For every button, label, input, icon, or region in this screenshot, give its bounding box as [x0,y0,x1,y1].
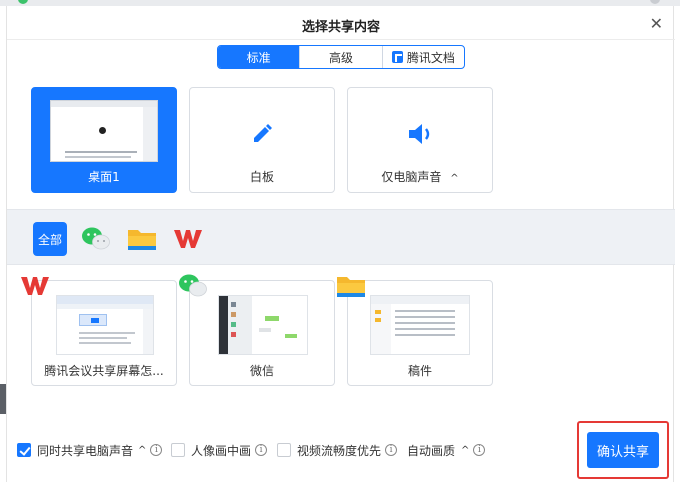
info-icon[interactable]: i [473,444,486,456]
info-icon[interactable]: i [150,444,163,456]
confirm-share-button[interactable]: 确认共享 [587,432,659,468]
auto-quality-option: 自动画质 ^ i [407,442,486,459]
computer-audio-only-text: 仅电脑声音 [381,170,442,184]
confirm-highlight-box: 确认共享 [577,421,669,479]
wps-window-thumbnail [56,295,154,355]
filter-all-label: 全部 [37,232,62,247]
filter-wps-button[interactable] [171,222,205,256]
info-icon[interactable]: i [255,444,268,456]
share-computer-audio-label: 同时共享电脑声音 [37,443,134,458]
tab-advanced[interactable]: 高级 [299,46,381,68]
folder-icon [128,230,156,250]
wechat-icon [82,227,110,250]
share-dialog: 选择共享内容 ✕ 标准 高级 腾讯文档 桌面1 白板 仅电脑声音 ^ 全部 腾讯… [6,6,675,482]
video-smoothness-checkbox[interactable] [277,443,291,457]
tab-tencent-docs[interactable]: 腾讯文档 [381,46,464,68]
desktop-thumbnail [50,100,158,162]
window-card-folder-label: 稿件 [407,364,432,378]
wps-icon [21,277,49,295]
filter-all-button[interactable]: 全部 [33,222,67,256]
auto-quality-label[interactable]: 自动画质 [407,442,455,459]
folder-window-thumbnail [370,295,470,355]
dialog-title: 选择共享内容 [301,20,380,35]
pencil-icon [254,124,272,142]
filter-wechat-button[interactable] [79,222,113,256]
whiteboard-card[interactable]: 白板 [189,87,335,193]
chevron-up-icon[interactable]: ^ [450,173,458,184]
window-card-wechat-label: 微信 [249,364,274,378]
folder-icon [337,277,365,297]
filter-explorer-button[interactable] [125,222,159,256]
share-options-bar: 同时共享电脑声音 ^ i 人像画中画 i 视频流畅度优先 i 自动画质 ^ i [7,438,675,462]
portrait-pip-label: 人像画中画 [191,443,252,458]
portrait-pip-checkbox[interactable] [171,443,185,457]
app-filter-bar: 全部 [7,209,675,265]
tab-standard-label: 标准 [246,50,271,65]
tab-tencent-docs-label: 腾讯文档 [406,50,455,65]
window-card-wps-label: 腾讯会议共享屏幕怎... [44,364,164,378]
share-computer-audio-option: 同时共享电脑声音 ^ i [17,442,163,458]
computer-audio-only-label: 仅电脑声音 ^ [348,168,492,185]
tab-standard[interactable]: 标准 [218,46,300,68]
window-card-folder[interactable]: 稿件 [337,277,493,386]
chevron-up-icon[interactable]: ^ [461,445,469,456]
tencent-docs-icon [391,51,403,63]
video-smoothness-label: 视频流畅度优先 [297,443,382,458]
tab-advanced-label: 高级 [328,50,353,65]
desktop-card[interactable]: 桌面1 [31,87,177,193]
video-smoothness-option: 视频流畅度优先 i [277,442,398,458]
wechat-window-thumbnail [218,295,308,355]
computer-audio-only-card[interactable]: 仅电脑声音 ^ [347,87,493,193]
share-computer-audio-checkbox[interactable] [17,443,31,457]
wechat-icon [179,274,207,297]
portrait-pip-option: 人像画中画 i [171,442,268,458]
window-card-wps[interactable]: 腾讯会议共享屏幕怎... [21,277,177,386]
info-icon[interactable]: i [385,444,398,456]
window-card-wechat[interactable]: 微信 [179,274,335,386]
close-indicator-icon [650,0,660,4]
speaker-icon [409,124,430,144]
desktop-card-label: 桌面1 [88,170,120,184]
green-indicator-icon [18,0,28,4]
wps-icon [174,230,202,248]
whiteboard-card-label: 白板 [249,170,274,184]
title-divider [7,39,675,40]
share-mode-tabs: 标准 高级 腾讯文档 [217,45,465,69]
close-icon[interactable]: ✕ [650,14,663,33]
chevron-up-icon[interactable]: ^ [138,445,146,456]
